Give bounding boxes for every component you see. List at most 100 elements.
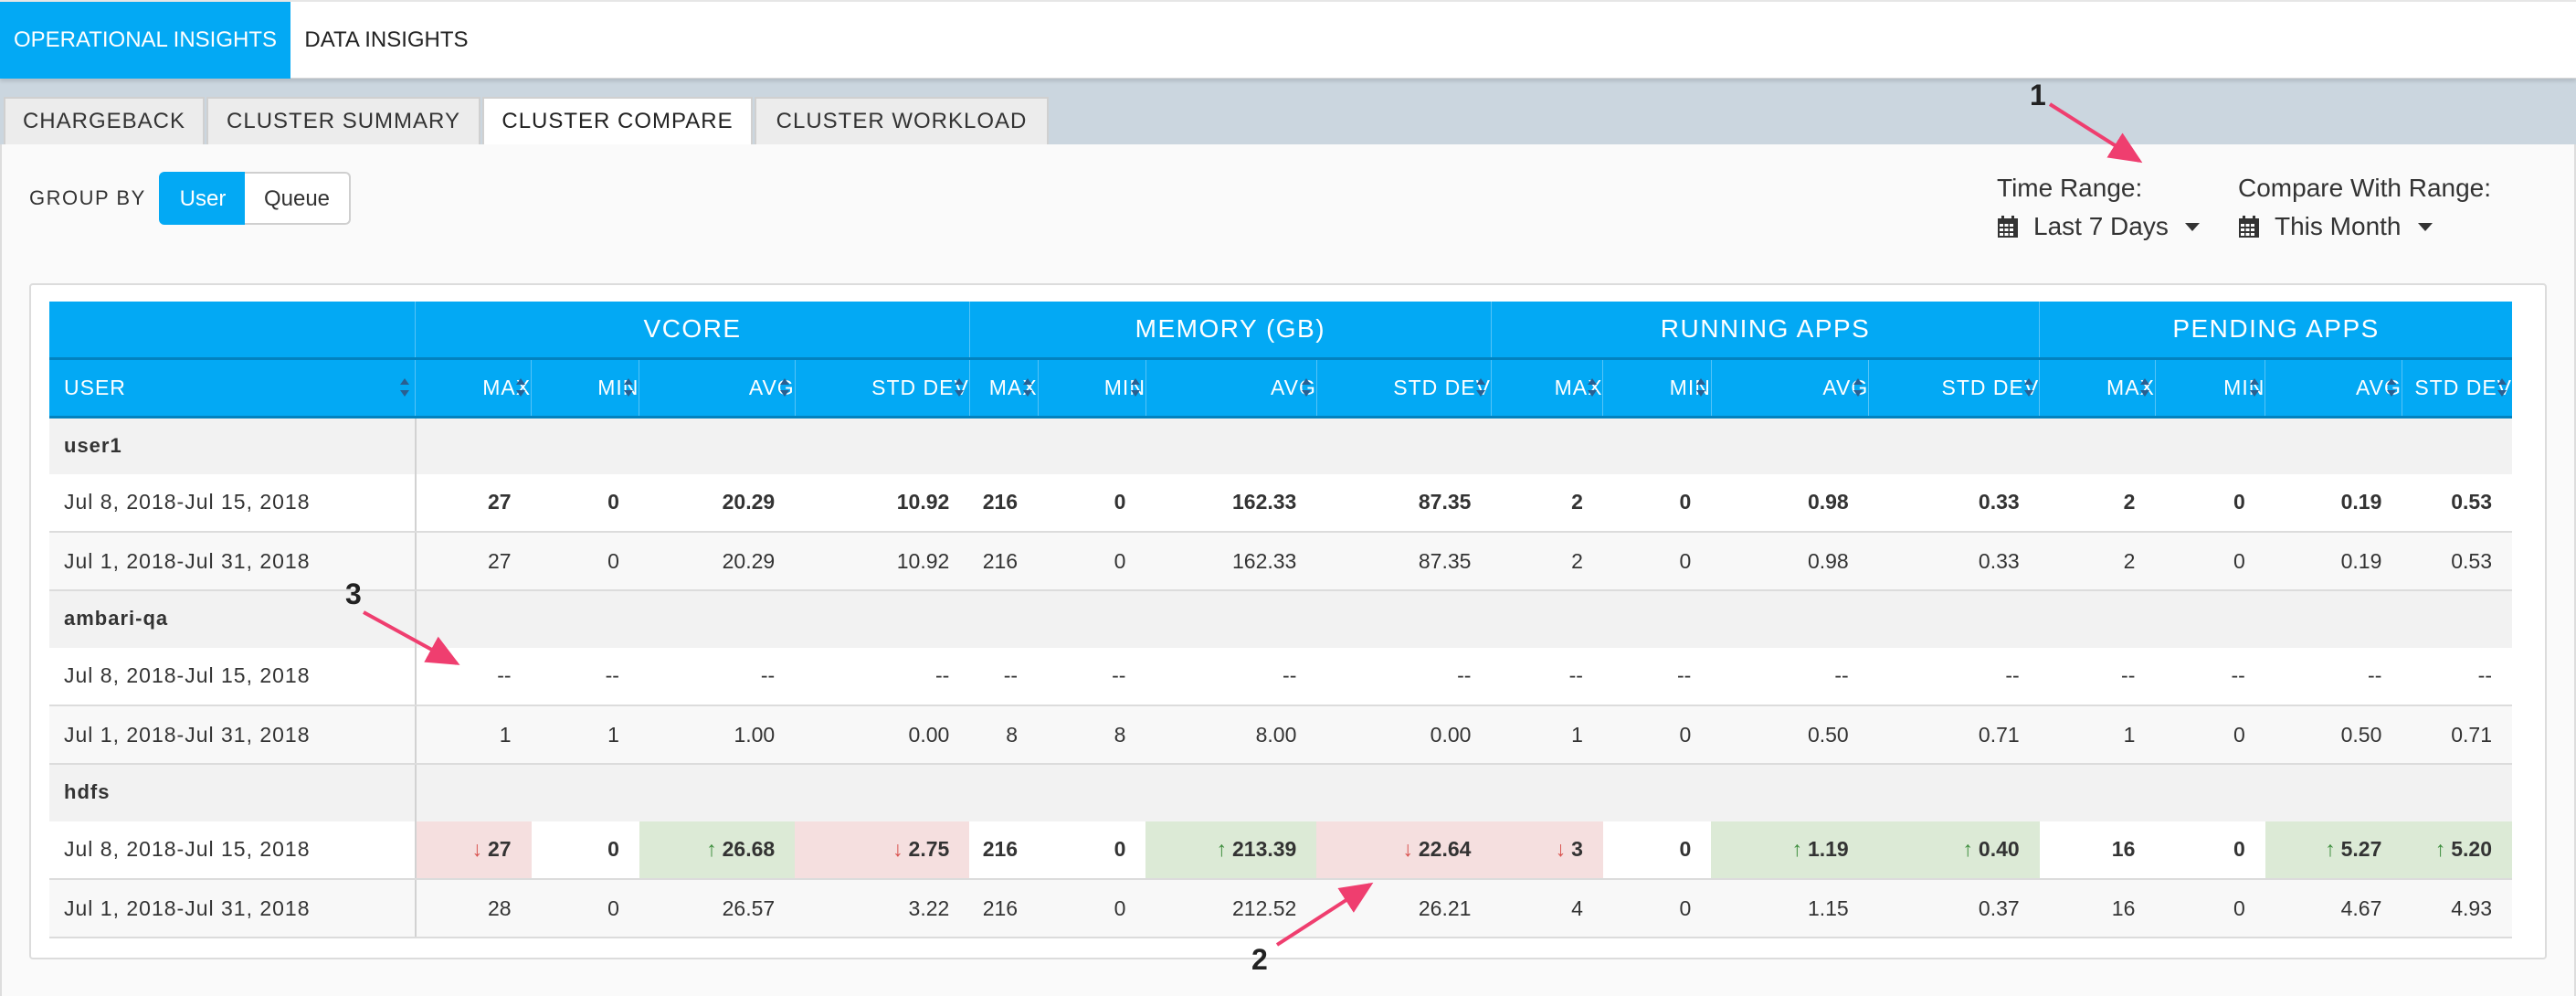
sort-icon[interactable] [1130, 376, 1140, 398]
tab-chargeback[interactable]: CHARGEBACK [4, 97, 205, 144]
metric-cell: -- [2155, 647, 2265, 706]
sort-icon[interactable] [954, 376, 964, 398]
metric-cell: 16 [2039, 879, 2156, 938]
group-by-user-button[interactable]: User [159, 172, 247, 225]
sort-icon[interactable] [1695, 376, 1705, 398]
metric-value: 22.64 [1418, 837, 1472, 862]
compare-range-value: This Month [2275, 212, 2402, 240]
arrow-up-icon: ↑ [2434, 837, 2446, 862]
column-header-memory-std-dev[interactable]: STD DEV [1315, 356, 1492, 419]
column-header-memory-avg[interactable]: AVG [1145, 356, 1317, 419]
metric-value: 4.67 [2340, 895, 2382, 920]
sort-icon[interactable] [2139, 376, 2149, 398]
sort-icon[interactable] [779, 376, 789, 398]
sort-icon[interactable] [1588, 376, 1598, 398]
group-row-fill [414, 764, 2512, 821]
tab-cluster-compare[interactable]: CLUSTER COMPARE [482, 97, 753, 146]
metric-value: 20.29 [722, 548, 776, 573]
metric-value: 0 [1114, 490, 1126, 514]
metric-cell: 0 [1602, 532, 1712, 591]
column-header-vcore-min[interactable]: MIN [531, 356, 639, 419]
sort-icon[interactable] [2024, 376, 2034, 398]
metric-value: 0 [1679, 548, 1692, 573]
metric-cell: 2 [1491, 532, 1603, 591]
compare-range-dropdown[interactable]: This Month [2238, 212, 2433, 241]
metric-cell: -- [639, 647, 796, 706]
metric-cell: 1 [1491, 705, 1603, 765]
column-header-pending-apps-min[interactable]: MIN [2154, 356, 2265, 419]
sort-icon[interactable] [2386, 376, 2396, 398]
sort-icon[interactable] [400, 376, 410, 398]
metric-cell: 0.50 [2265, 705, 2402, 765]
sort-icon[interactable] [1853, 376, 1863, 398]
metric-cell: 0.00 [795, 705, 970, 765]
column-header-pending-apps-avg[interactable]: AVG [2265, 356, 2402, 419]
group-row-fill [414, 590, 2512, 648]
metric-cell: -- [795, 647, 970, 706]
column-header-pending-apps-max[interactable]: MAX [2039, 356, 2156, 419]
tab-cluster-summary[interactable]: CLUSTER SUMMARY [206, 97, 480, 144]
time-range-dropdown[interactable]: Last 7 Days [1997, 212, 2200, 241]
metric-value: 27 [487, 548, 512, 573]
metric-value: 10.92 [896, 548, 950, 573]
metric-cell: -- [415, 647, 532, 706]
metric-cell: 162.33 [1145, 532, 1317, 591]
column-header-running-apps-max[interactable]: MAX [1490, 356, 1603, 419]
metric-cell: 216 [969, 532, 1039, 591]
metric-cell: 0 [2155, 821, 2265, 880]
column-header-running-apps-min[interactable]: MIN [1602, 356, 1712, 419]
metric-cell: 8.00 [1145, 705, 1317, 765]
arrow-down-icon: ↓ [471, 837, 482, 862]
metric-value: -- [2477, 663, 2492, 688]
table-row: Jul 8, 2018-Jul 15, 2018 ↓ 27 0 ↑ 26.68 ↓ 2.75 2… [49, 821, 2512, 880]
column-header-running-apps-std-dev[interactable]: STD DEV [1868, 356, 2040, 419]
sort-icon[interactable] [1475, 376, 1485, 398]
column-header-running-apps-avg[interactable]: AVG [1710, 356, 1869, 419]
metric-cell: -- [2402, 647, 2512, 706]
table-row: Jul 1, 2018-Jul 31, 2018 27 0 20.29 10.92 216… [49, 532, 2512, 591]
metric-value: 5.20 [2451, 837, 2492, 862]
metric-value: 4.93 [2451, 895, 2492, 920]
arrow-down-icon: ↓ [1555, 837, 1567, 862]
metric-cell: 0.98 [1711, 473, 1869, 533]
sort-icon[interactable] [624, 376, 634, 398]
metric-value: 0 [607, 895, 619, 920]
metric-value: 2.75 [908, 837, 950, 862]
metric-cell: -- [1316, 647, 1492, 706]
column-header-memory-max[interactable]: MAX [968, 356, 1039, 419]
tab-data-insights[interactable]: DATA INSIGHTS [290, 2, 482, 79]
metric-cell: 0 [2155, 705, 2265, 765]
group-by-queue-button[interactable]: Queue [245, 172, 351, 225]
metric-value: 0.19 [2340, 490, 2382, 514]
arrow-up-icon: ↑ [1962, 837, 1973, 862]
metric-value: 0 [1679, 490, 1692, 514]
table-row: Jul 1, 2018-Jul 31, 2018 1 1 1.00 0.00 8 8 8.00… [49, 705, 2512, 765]
sort-icon[interactable] [2497, 376, 2507, 398]
metric-cell: 4.67 [2265, 879, 2402, 938]
metric-value: 0.50 [1807, 722, 1849, 747]
column-header-vcore-std-dev[interactable]: STD DEV [794, 356, 970, 419]
metric-value: -- [1568, 663, 1583, 688]
table-row: Jul 1, 2018-Jul 31, 2018 28 0 26.57 3.22 216 0… [49, 879, 2512, 938]
metric-value: 0.98 [1807, 548, 1849, 573]
column-header-memory-min[interactable]: MIN [1037, 356, 1146, 419]
cluster-compare-table: VCORE MEMORY (GB) RUNNING APPS PENDING A… [49, 302, 2512, 938]
metric-value: 0.00 [1430, 722, 1472, 747]
sort-icon[interactable] [2250, 376, 2260, 398]
metric-value: 0 [2233, 837, 2245, 862]
metric-cell: 26.57 [639, 879, 796, 938]
metric-value: 20.29 [722, 490, 776, 514]
sort-icon[interactable] [1022, 376, 1032, 398]
sort-icon[interactable] [1301, 376, 1311, 398]
column-header-vcore-max[interactable]: MAX [415, 356, 532, 419]
column-header-user[interactable]: USER [49, 356, 416, 419]
metric-value: 3 [1571, 837, 1583, 862]
column-header-pending-apps-std-dev[interactable]: STD DEV [2401, 356, 2512, 419]
arrow-up-icon: ↑ [706, 837, 717, 862]
tab-operational-insights[interactable]: OPERATIONAL INSIGHTS [0, 2, 290, 79]
sort-icon[interactable] [516, 376, 526, 398]
column-header-vcore-avg[interactable]: AVG [639, 356, 796, 419]
metric-cell: 0.33 [1868, 532, 2040, 591]
group-header-memory: MEMORY (GB) [968, 302, 1492, 358]
tab-cluster-workload[interactable]: CLUSTER WORKLOAD [755, 97, 1049, 144]
